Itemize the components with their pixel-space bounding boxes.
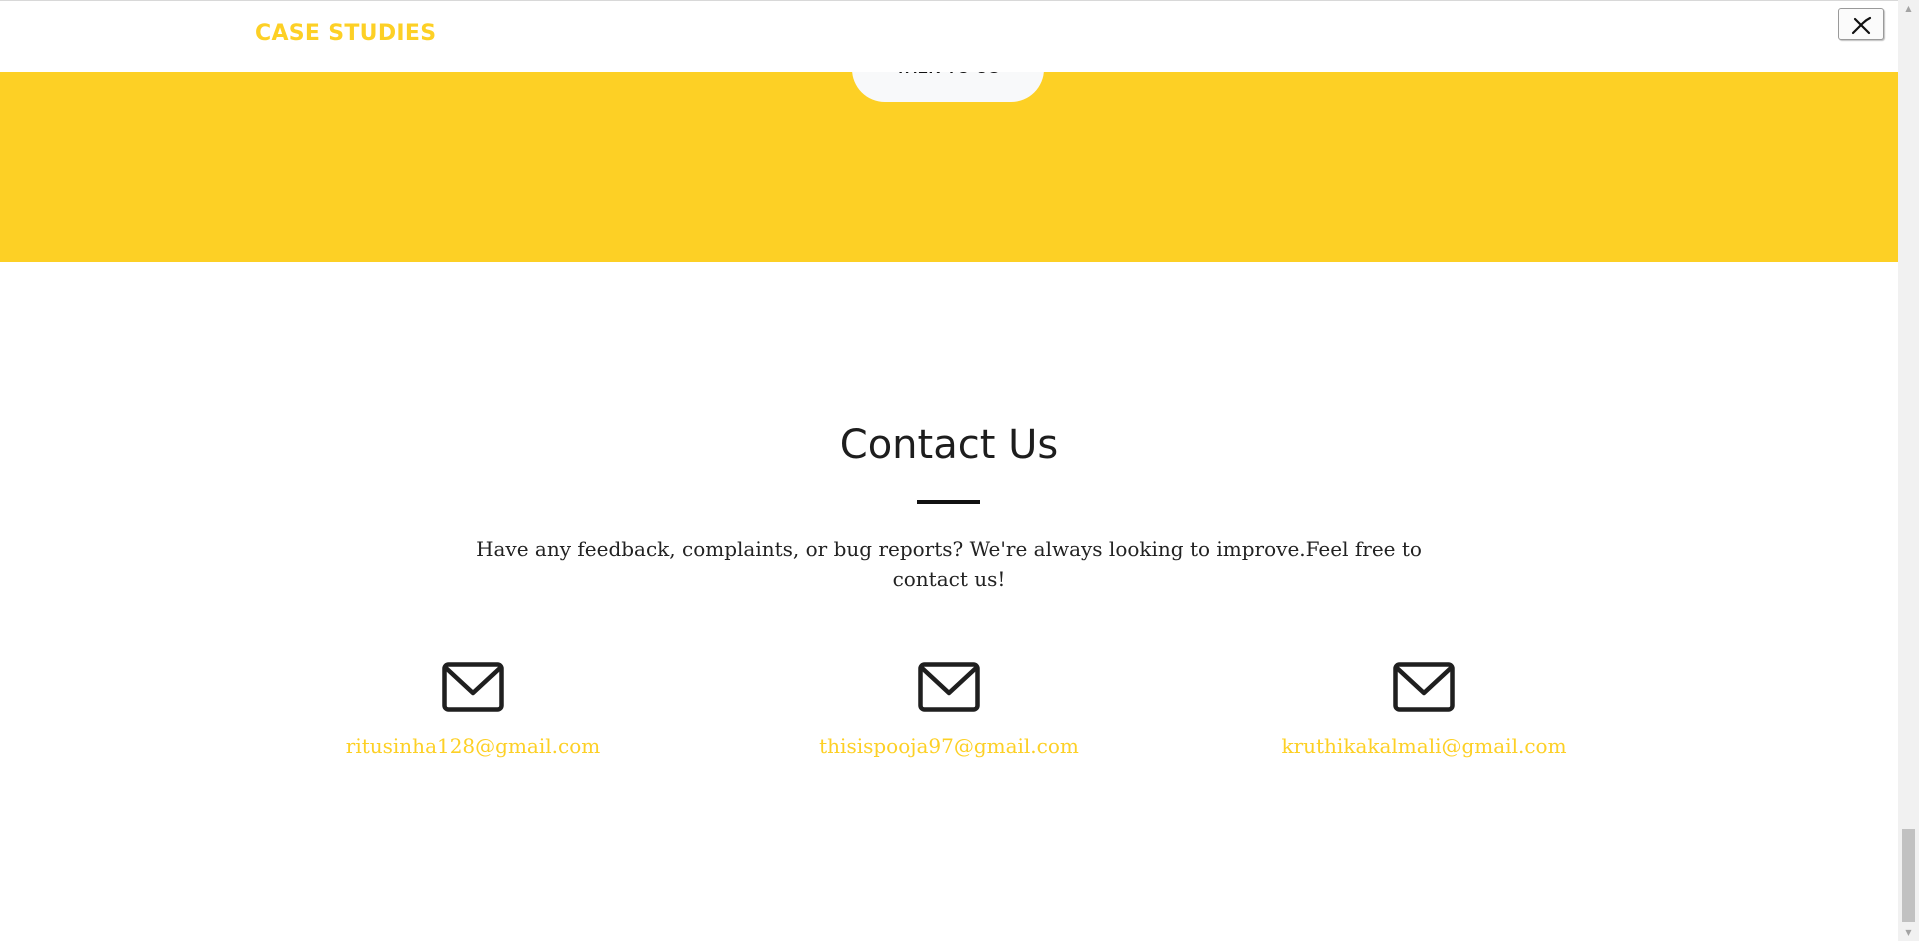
close-button[interactable] — [1838, 8, 1884, 40]
contact-card: kruthikakalmali@gmail.com — [1214, 662, 1634, 758]
title-divider — [917, 500, 980, 504]
close-icon — [1851, 16, 1872, 35]
scrollbar-thumb[interactable] — [1902, 829, 1915, 922]
envelope-icon — [918, 662, 980, 712]
envelope-icon — [442, 662, 504, 712]
page: TALK TO US CASE STUDIES Contact Us Have … — [0, 0, 1919, 941]
top-navbar: CASE STUDIES — [0, 0, 1898, 72]
vertical-scrollbar[interactable]: ▲ ▼ — [1898, 0, 1919, 941]
contact-card: thisispooja97@gmail.com — [739, 662, 1159, 758]
scroll-up-arrow-icon[interactable]: ▲ — [1898, 0, 1919, 17]
email-link[interactable]: ritusinha128@gmail.com — [263, 734, 683, 758]
envelope-icon — [1393, 662, 1455, 712]
contact-section: Contact Us Have any feedback, complaints… — [0, 262, 1898, 941]
email-link[interactable]: kruthikakalmali@gmail.com — [1214, 734, 1634, 758]
contact-card: ritusinha128@gmail.com — [263, 662, 683, 758]
nav-link-case-studies[interactable]: CASE STUDIES — [255, 21, 436, 46]
contact-title: Contact Us — [839, 422, 1059, 468]
contact-description: Have any feedback, complaints, or bug re… — [476, 537, 1422, 591]
email-link[interactable]: thisispooja97@gmail.com — [739, 734, 1159, 758]
scroll-down-arrow-icon[interactable]: ▼ — [1898, 924, 1919, 941]
